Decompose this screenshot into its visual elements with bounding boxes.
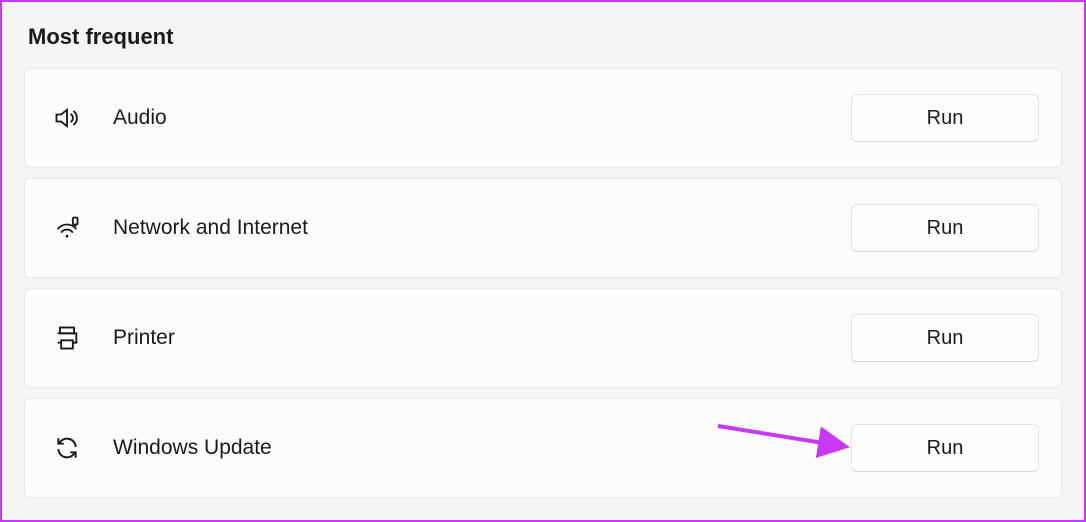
run-button[interactable]: Run [851,204,1039,252]
troubleshooter-item-audio[interactable]: Audio Run [24,68,1062,168]
printer-icon [53,324,81,352]
troubleshooter-label: Audio [113,106,851,130]
troubleshooter-item-network[interactable]: Network and Internet Run [24,178,1062,278]
run-button[interactable]: Run [851,314,1039,362]
troubleshooter-label: Printer [113,326,851,350]
run-button[interactable]: Run [851,424,1039,472]
run-button[interactable]: Run [851,94,1039,142]
network-icon [53,214,81,242]
section-title: Most frequent [28,24,1062,50]
audio-icon [53,104,81,132]
update-icon [53,434,81,462]
troubleshooters-panel: Most frequent Audio Run [0,0,1086,522]
troubleshooter-item-printer[interactable]: Printer Run [24,288,1062,388]
troubleshooter-item-windows-update[interactable]: Windows Update Run [24,398,1062,498]
troubleshooter-label: Network and Internet [113,216,851,240]
troubleshooter-label: Windows Update [113,436,851,460]
troubleshooter-list: Audio Run Network and Internet Run [24,68,1062,498]
